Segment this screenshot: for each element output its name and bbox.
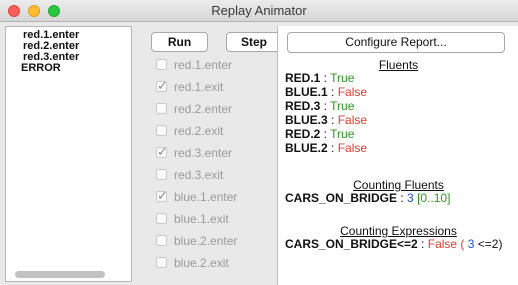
action-item[interactable]: red.3.exit [156, 167, 223, 183]
fluent-row: RED.3 : True [285, 99, 355, 113]
checkbox[interactable] [156, 125, 167, 137]
separator: : [397, 191, 408, 205]
separator: : [417, 237, 428, 251]
checkbox[interactable] [156, 59, 167, 71]
counting-fluent-name: CARS_ON_BRIDGE [285, 191, 398, 205]
action-item[interactable]: red.2.exit [156, 123, 223, 139]
report-panel: Configure Report... Fluents RED.1 : True… [277, 26, 518, 285]
checkbox[interactable]: ✓ [156, 189, 168, 203]
open-paren: ( [457, 237, 468, 251]
horizontal-scrollbar[interactable] [15, 271, 105, 278]
checkbox[interactable]: ✓ [156, 145, 168, 159]
counting-expression-row: CARS_ON_BRIDGE<=2 : False ( 3 <=2) [285, 238, 502, 251]
action-item[interactable]: red.1.enter [156, 57, 232, 73]
fluent-value: True [330, 99, 355, 113]
action-label: blue.1.exit [174, 212, 229, 226]
action-label: red.3.exit [174, 168, 224, 182]
fluent-name: BLUE.3 [285, 113, 328, 127]
fluents-heading: Fluents [378, 58, 419, 72]
counting-fluent-row: CARS_ON_BRIDGE : 3 [0..10] [285, 192, 450, 205]
fluent-row: BLUE.2 : False [285, 141, 368, 155]
trace-list-panel[interactable]: red.1.enter red.2.enter red.3.enter ERRO… [5, 26, 132, 282]
action-item[interactable]: blue.1.exit [156, 211, 229, 227]
action-label: red.1.exit [174, 80, 224, 94]
fluent-value: False [337, 141, 368, 155]
checkbox[interactable] [156, 257, 167, 269]
trace-item-error[interactable]: ERROR [6, 63, 131, 74]
fluent-name: RED.3 [285, 99, 321, 113]
fluent-name: BLUE.2 [285, 141, 328, 155]
fluent-name: RED.1 [285, 71, 321, 85]
action-item[interactable]: blue.2.enter [156, 233, 237, 249]
counting-fluent-value: 3 [407, 191, 414, 205]
action-item[interactable]: blue.2.exit [156, 255, 229, 271]
fluent-value: True [330, 71, 355, 85]
action-label: red.1.enter [174, 58, 233, 72]
checkbox[interactable]: ✓ [156, 79, 168, 93]
counting-expression-name: CARS_ON_BRIDGE<=2 [285, 237, 418, 251]
fluent-row: RED.1 : True [285, 71, 355, 85]
action-item[interactable]: ✓ red.3.enter [156, 145, 232, 161]
action-label: blue.1.enter [174, 190, 238, 204]
action-item[interactable]: red.2.enter [156, 101, 232, 117]
counting-fluent-range: [0..10] [417, 191, 451, 205]
counting-fluents-heading: Counting Fluents [353, 178, 444, 192]
title-bar: Replay Animator [0, 0, 518, 22]
trace-list: red.1.enter red.2.enter red.3.enter ERRO… [6, 27, 131, 74]
action-label: blue.2.enter [174, 234, 238, 248]
step-button[interactable]: Step [226, 32, 282, 52]
counting-expression-condition: <=2) [474, 237, 503, 251]
fluent-value: False [337, 113, 368, 127]
action-item[interactable]: ✓ blue.1.enter [156, 189, 237, 205]
checkbox[interactable] [156, 103, 167, 115]
fluent-row: RED.2 : True [285, 127, 355, 141]
checkbox[interactable] [156, 213, 167, 225]
fluent-row: BLUE.1 : False [285, 85, 368, 99]
fluent-name: RED.2 [285, 127, 321, 141]
action-label: red.3.enter [174, 146, 233, 160]
fluent-name: BLUE.1 [285, 85, 328, 99]
counting-expression-result: False [427, 237, 458, 251]
fluent-row: BLUE.3 : False [285, 113, 368, 127]
counting-expressions-heading: Counting Expressions [340, 224, 457, 238]
action-label: red.2.enter [174, 102, 233, 116]
checkbox[interactable] [156, 169, 167, 181]
fluent-value: False [337, 85, 368, 99]
fluent-value: True [330, 127, 355, 141]
action-label: blue.2.exit [174, 256, 229, 270]
action-label: red.2.exit [174, 124, 224, 138]
configure-report-button[interactable]: Configure Report... [287, 32, 505, 53]
run-button[interactable]: Run [151, 32, 208, 52]
action-item[interactable]: ✓ red.1.exit [156, 79, 223, 95]
checkbox[interactable] [156, 235, 167, 247]
window-title: Replay Animator [211, 3, 307, 18]
